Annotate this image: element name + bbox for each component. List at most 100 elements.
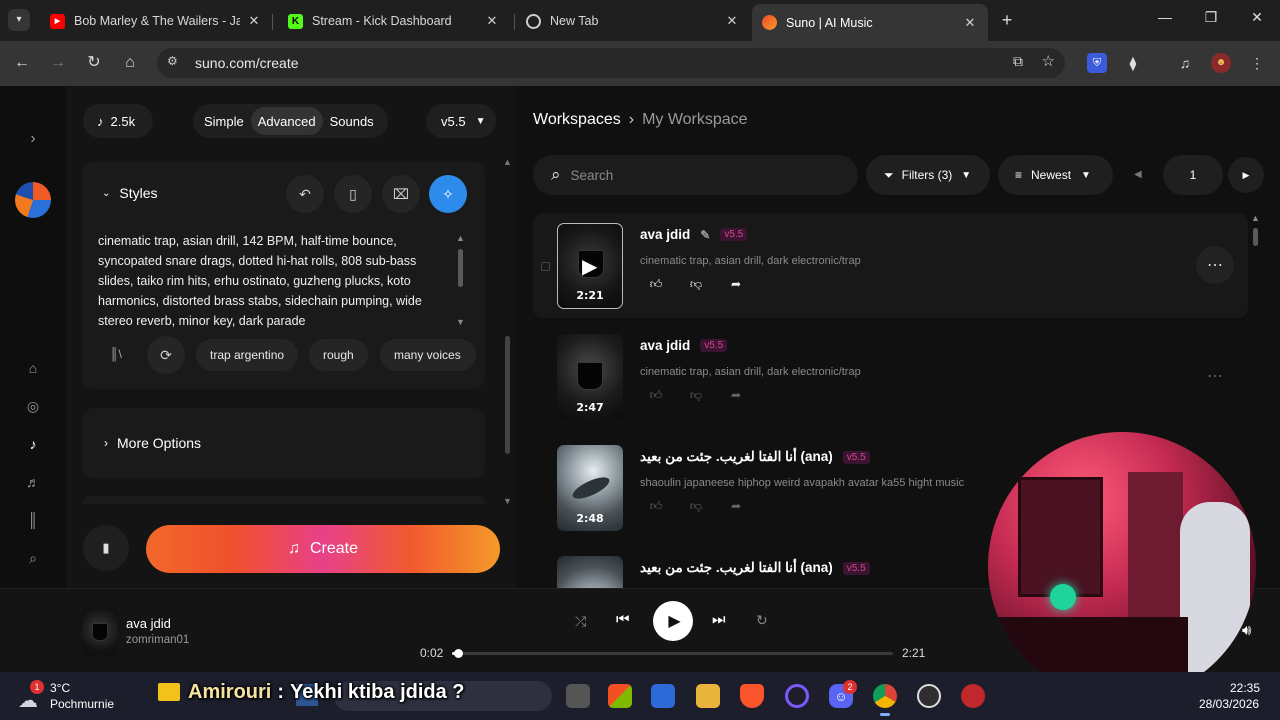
tab-kick[interactable]: K Stream - Kick Dashboard ✕ xyxy=(278,6,510,36)
progress-handle[interactable] xyxy=(454,649,464,658)
address-bar[interactable]: ⚙ suno.com/create ⧉ ☆ xyxy=(157,48,1065,78)
prompt-scroll-down-icon[interactable]: ▼ xyxy=(456,317,465,327)
search-input[interactable]: ⌕ Search xyxy=(533,155,858,195)
styles-prompt-textarea[interactable]: cinematic trap, asian drill, 142 BPM, ha… xyxy=(98,231,450,331)
tab-new-tab[interactable]: New Tab ✕ xyxy=(516,6,750,36)
previous-track-icon[interactable]: ⏮︎ xyxy=(616,611,630,628)
styles-toggle[interactable]: ⌄ Styles xyxy=(102,185,158,201)
mode-advanced[interactable]: Advanced xyxy=(250,107,323,135)
tab-search-button[interactable]: ▾ xyxy=(8,9,30,31)
next-track-icon[interactable]: ⏭︎ xyxy=(712,611,726,628)
select-checkbox[interactable] xyxy=(541,262,550,271)
obs-icon[interactable] xyxy=(917,684,941,708)
tab-youtube[interactable]: ▶ Bob Marley & The Wailers - Jam ✕ xyxy=(40,6,272,36)
prompt-scrollbar-thumb[interactable] xyxy=(458,249,463,287)
credits-button[interactable]: ♪ 2.5k xyxy=(83,104,153,138)
install-app-icon[interactable]: ⧉ xyxy=(1013,53,1023,70)
shield-extension-icon[interactable]: ⛨ xyxy=(1087,53,1107,73)
file-explorer-icon[interactable] xyxy=(696,684,720,708)
share-icon[interactable]: ➦ xyxy=(725,273,747,295)
prompt-scroll-up-icon[interactable]: ▲ xyxy=(456,233,465,243)
bookmark-star-icon[interactable]: ☆ xyxy=(1042,52,1055,70)
library-icon[interactable]: ║ xyxy=(23,510,43,530)
play-icon[interactable]: ▶ xyxy=(582,254,597,279)
close-tab-icon[interactable]: ✕ xyxy=(962,15,978,31)
clock-time[interactable]: 22:35 xyxy=(1230,681,1260,695)
play-button[interactable]: ▶ xyxy=(653,601,693,641)
task-view-icon[interactable] xyxy=(566,684,590,708)
shuffle-icon[interactable]: ⤮ xyxy=(575,613,586,630)
style-tag[interactable]: many voices xyxy=(380,339,476,371)
dislike-icon[interactable]: 👎︎ xyxy=(685,273,707,295)
site-info-icon[interactable]: ⚙ xyxy=(167,54,178,68)
calculator-icon[interactable] xyxy=(651,684,675,708)
clear-style-button[interactable]: ⌧ xyxy=(382,175,420,213)
list-scroll-up-icon[interactable]: ▲ xyxy=(1251,213,1260,223)
song-cover[interactable]: 2:47 xyxy=(557,334,623,420)
forward-icon[interactable]: → xyxy=(47,52,69,74)
song-title[interactable]: أنا الفتا لغريب. جئت من بعيد (ana) xyxy=(640,449,833,465)
panel-scrollbar-thumb[interactable] xyxy=(505,336,510,454)
mode-simple[interactable]: Simple xyxy=(197,107,251,135)
breadcrumb-workspaces[interactable]: Workspaces xyxy=(533,111,621,129)
share-icon[interactable]: ➦ xyxy=(725,495,747,517)
song-row[interactable]: 2:47 ava jdid v5.5 cinematic trap, asian… xyxy=(533,324,1248,429)
like-icon[interactable]: 👍︎ xyxy=(645,384,667,406)
extensions-icon[interactable]: ⧫ xyxy=(1123,53,1143,73)
filters-button[interactable]: ⏷ Filters (3) ▼ xyxy=(866,155,990,195)
save-style-button[interactable]: ▯ xyxy=(334,175,372,213)
style-tag[interactable]: trap argentino xyxy=(196,339,299,371)
media-control-icon[interactable]: ♫ xyxy=(1175,53,1195,73)
close-tab-icon[interactable]: ✕ xyxy=(724,13,740,29)
song-cover[interactable]: 2:48 xyxy=(557,445,623,531)
edit-pencil-icon[interactable]: ✎ xyxy=(700,228,710,242)
style-tag[interactable]: rough xyxy=(309,339,368,371)
more-options-button[interactable]: ⋯ xyxy=(1196,246,1234,284)
prev-page-icon[interactable]: ◀ xyxy=(1134,169,1142,180)
profile-avatar[interactable]: ☻ xyxy=(1211,53,1231,73)
reload-icon[interactable]: ↻ xyxy=(83,52,105,74)
version-select[interactable]: v5.5 ▼ xyxy=(426,104,496,138)
undo-button[interactable]: ↶ xyxy=(286,175,324,213)
home-icon[interactable]: ⌂ xyxy=(23,358,43,378)
studio-icon[interactable]: ♬ xyxy=(23,472,43,492)
tab-suno[interactable]: Suno | AI Music ✕ xyxy=(752,4,988,41)
song-cover[interactable] xyxy=(557,556,623,588)
suno-logo[interactable] xyxy=(15,182,51,218)
progress-track[interactable] xyxy=(452,649,893,658)
restore-icon[interactable]: ❐ xyxy=(1201,9,1221,26)
search-icon[interactable]: ⌕ xyxy=(23,548,43,568)
refresh-tags-button[interactable]: ⟳ xyxy=(147,336,185,374)
song-title[interactable]: ava jdid xyxy=(640,338,690,353)
like-icon[interactable]: 👍︎ xyxy=(645,273,667,295)
back-icon[interactable]: ← xyxy=(11,52,33,74)
home-icon[interactable]: ⌂ xyxy=(119,52,141,74)
new-tab-button[interactable]: + xyxy=(996,9,1018,31)
create-button[interactable]: ♫ Create xyxy=(146,525,500,573)
windows-store-icon[interactable] xyxy=(608,684,632,708)
repeat-icon[interactable]: ↻ xyxy=(756,612,768,629)
song-row[interactable]: ▶ 2:21 ava jdid ✎ v5.5 cinematic trap, a… xyxy=(533,213,1248,318)
clear-all-button[interactable]: ▮ xyxy=(83,525,129,571)
song-title[interactable]: أنا الفتا لغريب. جئت من بعيد (ana) xyxy=(640,560,833,576)
page-number[interactable]: 1 xyxy=(1163,155,1223,195)
panel-scroll-down-icon[interactable]: ▼ xyxy=(503,496,512,506)
chrome-taskbar-icon[interactable] xyxy=(873,684,897,708)
more-options-toggle[interactable]: › More Options xyxy=(104,435,201,451)
more-options-button[interactable]: ⋯ xyxy=(1196,357,1234,395)
clock-date[interactable]: 28/03/2026 xyxy=(1199,697,1259,711)
next-page-button[interactable]: ▶ xyxy=(1228,157,1264,193)
song-title[interactable]: ava jdid xyxy=(640,227,690,242)
mode-sounds[interactable]: Sounds xyxy=(323,107,381,135)
app-icon[interactable] xyxy=(961,684,985,708)
like-icon[interactable]: 👍︎ xyxy=(645,495,667,517)
dislike-icon[interactable]: 👎︎ xyxy=(685,384,707,406)
close-tab-icon[interactable]: ✕ xyxy=(246,13,262,29)
minimize-icon[interactable]: — xyxy=(1155,9,1175,25)
browser-menu-icon[interactable]: ⋮ xyxy=(1247,53,1267,73)
cortana-icon[interactable] xyxy=(785,684,809,708)
expand-sidebar-icon[interactable]: › xyxy=(23,129,43,149)
player-title[interactable]: ava jdid xyxy=(126,616,171,631)
weather-widget[interactable]: ☁ 1 3°C Pochmurnie xyxy=(18,680,138,714)
song-cover[interactable]: ▶ 2:21 xyxy=(557,223,623,309)
